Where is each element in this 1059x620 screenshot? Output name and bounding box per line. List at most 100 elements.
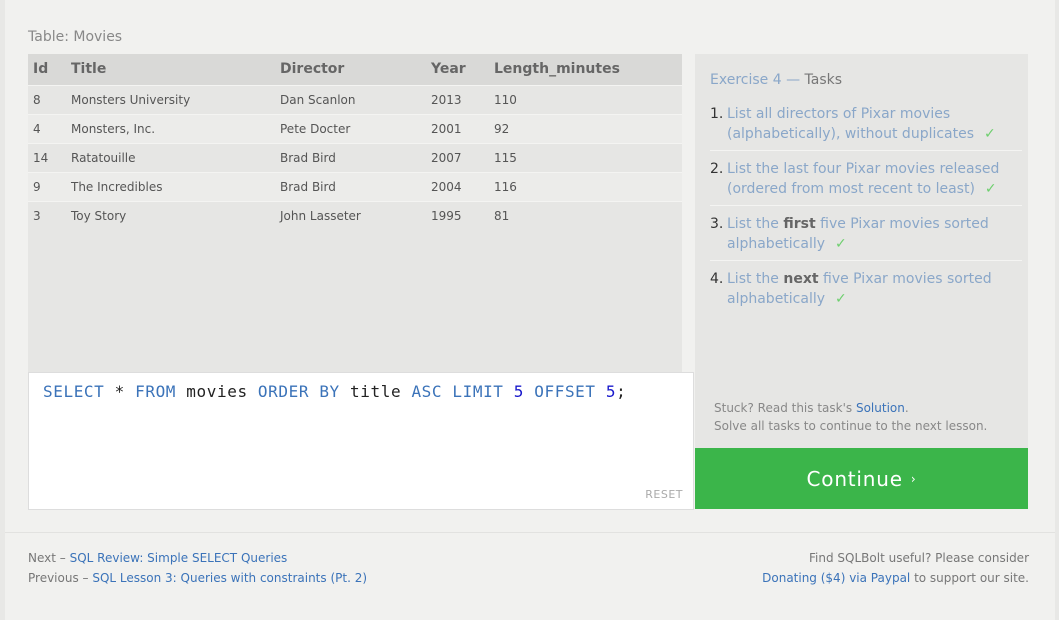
table-row: 14 Ratatouille Brad Bird 2007 115 [28,143,682,172]
sql-keyword: ASC [411,382,443,401]
chevron-right-icon: › [910,471,917,486]
sql-keyword: FROM [135,382,177,401]
task-list: 1. List all directors of Pixar movies (al… [710,102,1022,321]
query-text[interactable]: SELECT * FROM movies ORDER BY title ASC … [43,382,626,401]
footer-divider [5,532,1055,533]
exercise-title-separator: — [781,72,805,88]
sql-keyword: OFFSET [534,382,596,401]
task-text: List the last four Pixar movies released… [727,159,1022,199]
hint-line2: Solve all tasks to continue to the next … [714,419,988,433]
cell-year: 1995 [431,208,462,223]
solution-link[interactable]: Solution [856,401,905,415]
cell-id: 4 [33,121,41,136]
cell-title: Toy Story [71,208,127,223]
exercise-title: Exercise 4 — Tasks [710,72,842,88]
cell-length: 115 [494,150,517,165]
continue-label: Continue [806,466,903,491]
cell-title: Monsters University [71,92,191,107]
column-header-length: Length_minutes [494,61,620,78]
task-text-emphasis: first [783,216,816,232]
task-number: 2. [710,161,724,177]
task-text-before: List the [727,216,784,232]
cell-year: 2007 [431,150,462,165]
cell-title: Ratatouille [71,150,136,165]
sql-text: movies [176,382,258,401]
next-prefix: Next – [28,551,70,565]
checkmark-icon: ✓ [984,126,996,142]
hint-prefix: Stuck? Read this task's [714,401,856,415]
sql-keyword: ORDER BY [257,382,340,401]
cell-length: 116 [494,179,517,194]
task-text: List all directors of Pixar movies (alph… [727,104,1022,144]
cell-year: 2001 [431,121,462,136]
promo-line1: Find SQLBolt useful? Please consider [809,551,1029,565]
promo-suffix: to support our site. [910,571,1029,585]
results-table: Id Title Director Year Length_minutes 8 M… [28,54,682,230]
cell-director: Dan Scanlon [280,92,356,107]
task-text-before: List all directors of Pixar movies (alph… [727,106,975,142]
previous-prefix: Previous – [28,571,93,585]
donation-promo: Find SQLBolt useful? Please consider Don… [762,548,1029,588]
hint-suffix: . [904,401,909,415]
task-item: 3. List the first five Pixar movies sorte… [710,212,1022,261]
cell-year: 2004 [431,179,462,194]
sql-keyword: LIMIT [452,382,504,401]
cell-length: 92 [494,121,510,136]
task-item: 2. List the last four Pixar movies releas… [710,157,1022,206]
query-editor[interactable]: SELECT * FROM movies ORDER BY title ASC … [28,372,694,510]
task-text: List the first five Pixar movies sorted … [727,214,1022,254]
cell-director: Brad Bird [280,179,336,194]
task-text-emphasis: next [783,271,819,287]
table-row: 9 The Incredibles Brad Bird 2004 116 [28,172,682,201]
checkmark-icon: ✓ [984,181,997,197]
continue-button[interactable]: Continue › [695,448,1028,509]
task-item: 1. List all directors of Pixar movies (al… [710,102,1022,151]
cell-id: 3 [33,208,41,223]
exercise-panel: Exercise 4 — Tasks 1. List all directors … [695,54,1028,448]
cell-id: 14 [33,150,49,165]
task-text-before: List the [727,271,784,287]
cell-title: Monsters, Inc. [71,121,156,136]
task-number: 1. [710,106,724,122]
table-header-row: Id Title Director Year Length_minutes [28,54,682,85]
task-text: List the next five Pixar movies sorted a… [727,269,1022,309]
hint-text: Stuck? Read this task's Solution. Solve … [714,399,987,435]
column-header-year: Year [431,61,466,78]
previous-lesson: Previous – SQL Lesson 3: Queries with co… [28,568,367,588]
promo-line2: Donating ($4) via Paypal to support our … [762,568,1029,588]
donate-link[interactable]: Donating ($4) via Paypal [762,571,910,585]
table-row: 4 Monsters, Inc. Pete Docter 2001 92 [28,114,682,143]
sql-keyword: SELECT [43,382,105,401]
checkmark-icon: ✓ [835,236,847,252]
checkmark-icon: ✓ [835,291,847,307]
cell-id: 8 [33,92,41,107]
next-lesson: Next – SQL Review: Simple SELECT Queries [28,548,367,568]
previous-lesson-link[interactable]: SQL Lesson 3: Queries with constraints (… [92,571,367,585]
lesson-navigation: Next – SQL Review: Simple SELECT Queries… [28,548,367,588]
cell-length: 110 [494,92,517,107]
column-header-id: Id [33,61,49,78]
table-caption: Table: Movies [28,29,123,45]
cell-id: 9 [33,179,41,194]
sql-number: 5 [605,382,617,401]
reset-button[interactable]: RESET [645,488,683,501]
next-lesson-link[interactable]: SQL Review: Simple SELECT Queries [70,551,288,565]
sql-number: 5 [513,382,525,401]
cell-title: The Incredibles [71,179,163,194]
table-row: 3 Toy Story John Lasseter 1995 81 [28,201,682,230]
cell-director: Pete Docter [280,121,351,136]
cell-director: Brad Bird [280,150,336,165]
column-header-title: Title [71,61,107,78]
sql-text: title [339,382,412,401]
cell-length: 81 [494,208,510,223]
cell-director: John Lasseter [280,208,361,223]
cell-year: 2013 [431,92,462,107]
exercise-number: Exercise 4 [710,72,782,88]
exercise-subtitle: Tasks [804,72,843,88]
sql-text: ; [616,382,627,401]
task-item: 4. List the next five Pixar movies sorted… [710,267,1022,315]
